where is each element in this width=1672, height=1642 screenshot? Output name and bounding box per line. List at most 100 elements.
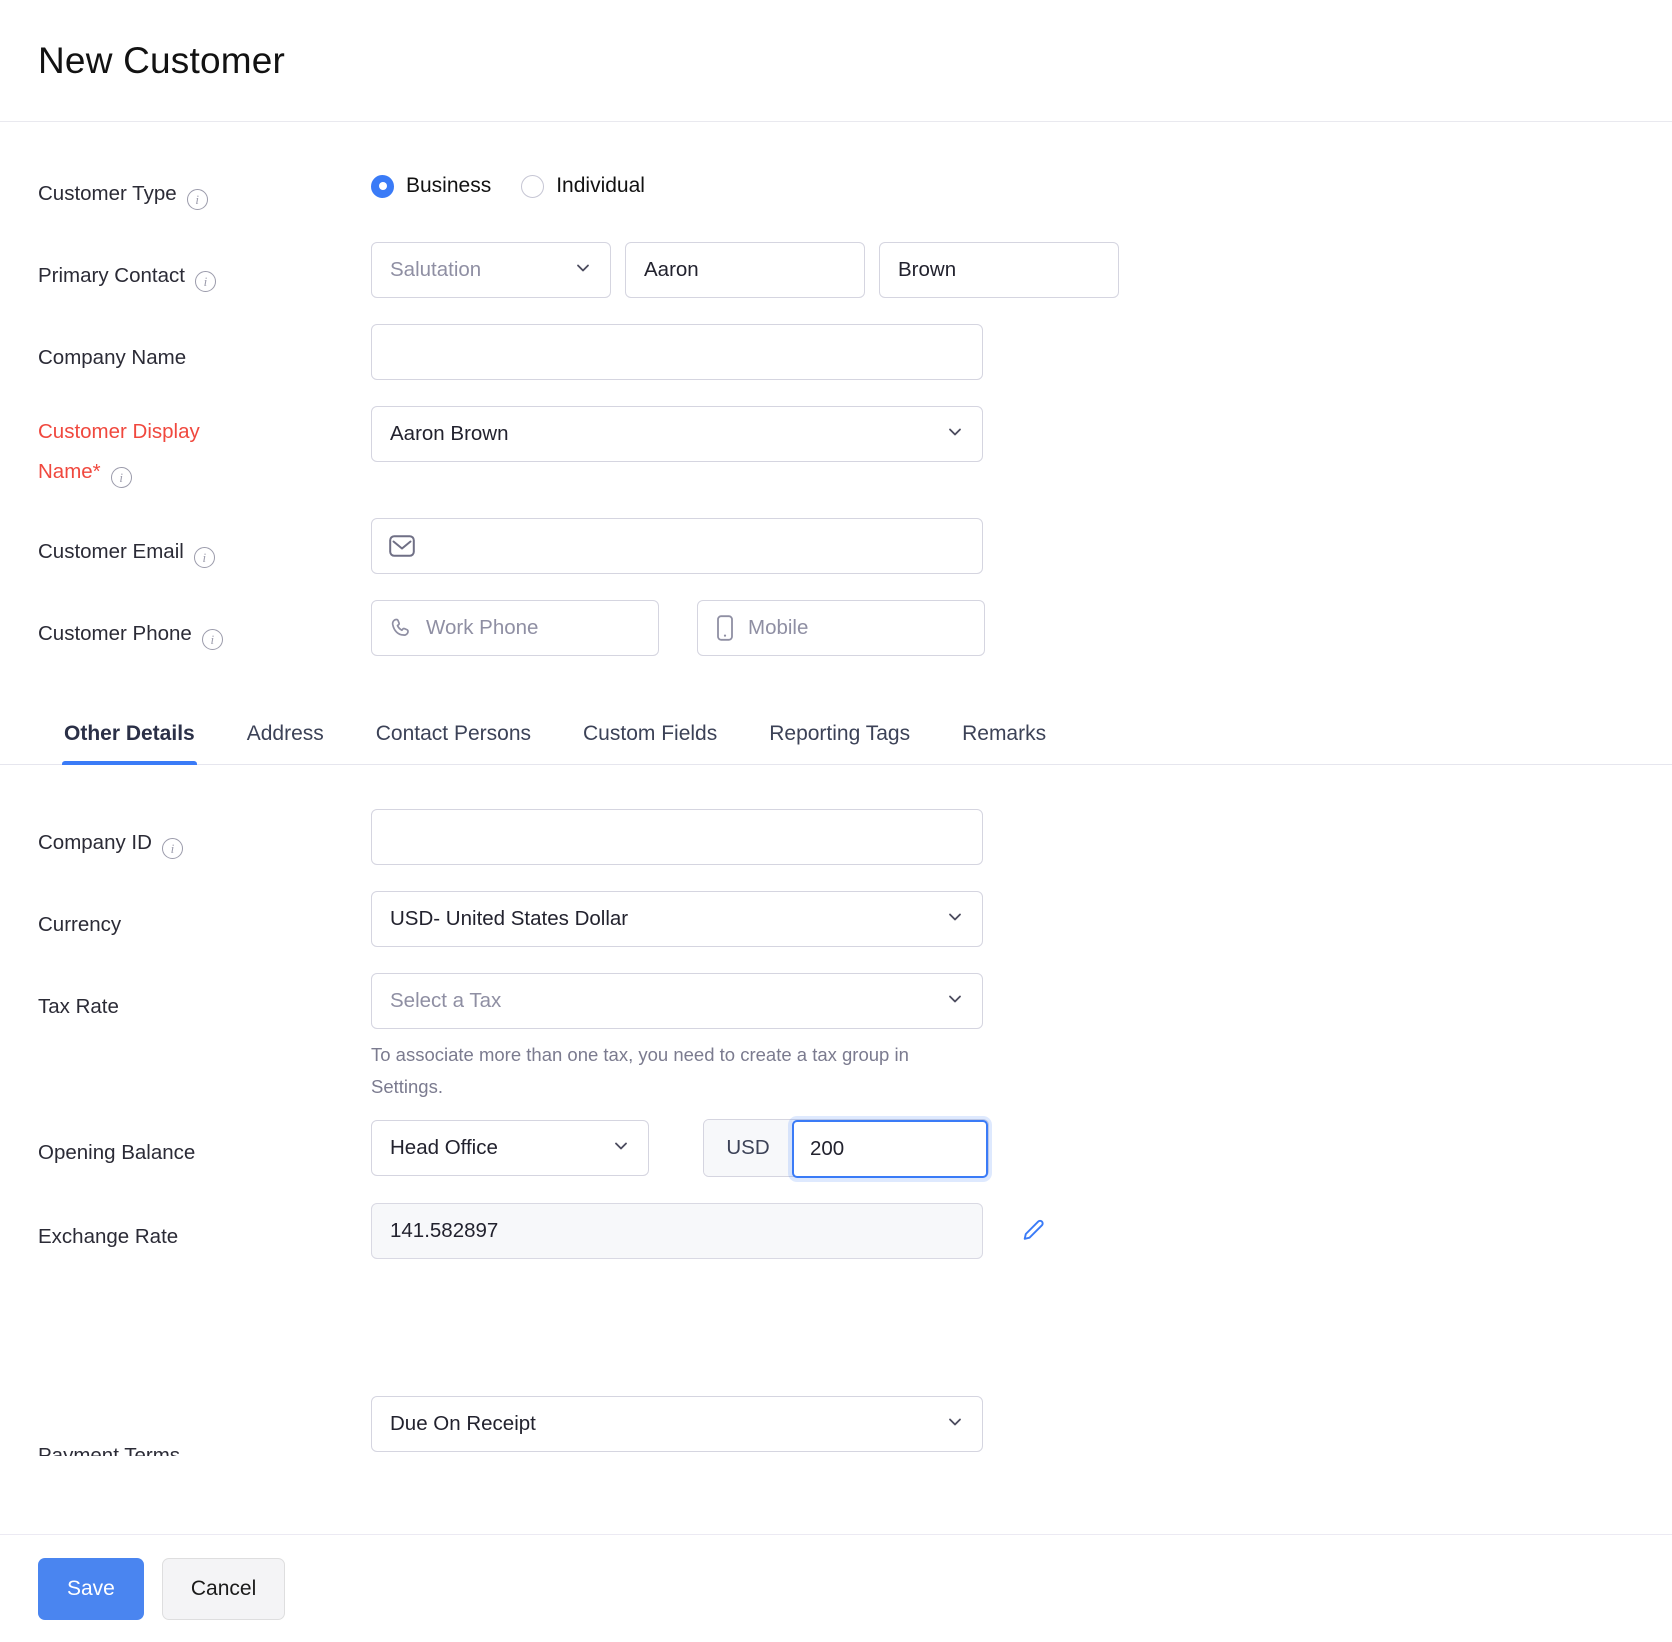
customer-form: Customer Type i Business Individual [0, 122, 1672, 656]
tab-contact-persons[interactable]: Contact Persons [350, 708, 557, 764]
radio-individual-label: Individual [556, 174, 645, 198]
field-company-id [371, 809, 983, 865]
label-exchange-rate: Exchange Rate [38, 1203, 371, 1257]
display-name-value: Aaron Brown [390, 422, 509, 446]
field-customer-phone: Work Phone Mobile [371, 600, 985, 656]
new-customer-page: New Customer Customer Type i Business In… [0, 0, 1672, 1642]
row-opening-balance: Opening Balance Head Office USD 200 [38, 1119, 1634, 1177]
salutation-select[interactable]: Salutation [371, 242, 611, 298]
work-phone-input[interactable]: Work Phone [371, 600, 659, 656]
first-name-input[interactable]: Aaron [625, 242, 865, 298]
payment-terms-label: Payment Terms [38, 1436, 180, 1456]
radio-dot-business-icon[interactable] [371, 175, 394, 198]
customer-phone-label: Customer Phone [38, 614, 192, 654]
tab-label: Remarks [962, 722, 1046, 745]
row-customer-type: Customer Type i Business Individual [38, 160, 1634, 216]
row-payment-terms: Payment Terms Due On Receipt [38, 1396, 1038, 1456]
field-currency: USD- United States Dollar [371, 891, 983, 947]
currency-label: Currency [38, 905, 121, 945]
field-company-name [371, 324, 983, 380]
mobile-phone-wrap: Mobile [697, 600, 985, 656]
opening-balance-amount-input[interactable]: 200 [792, 1120, 988, 1178]
customer-type-radio-group: Business Individual [371, 160, 645, 198]
row-primary-contact: Primary Contact i Salutation Aaron Brown [38, 242, 1634, 298]
primary-contact-label: Primary Contact [38, 256, 185, 296]
opening-balance-branch-select[interactable]: Head Office [371, 1120, 649, 1176]
radio-individual[interactable]: Individual [521, 174, 645, 198]
customer-email-input[interactable] [371, 518, 983, 574]
customer-email-label: Customer Email [38, 532, 184, 572]
field-customer-email [371, 518, 983, 574]
payment-terms-value: Due On Receipt [390, 1412, 536, 1436]
row-currency: Currency USD- United States Dollar [38, 891, 1634, 947]
label-customer-phone: Customer Phone i [38, 600, 371, 654]
row-tax-rate: Tax Rate Select a Tax To associate more … [38, 973, 1634, 1103]
row-display-name: Customer Display Name* i Aaron Brown [38, 406, 1634, 492]
opening-balance-label: Opening Balance [38, 1133, 195, 1173]
label-primary-contact: Primary Contact i [38, 242, 371, 296]
field-exchange-rate: 141.582897 [371, 1203, 1047, 1259]
company-id-label: Company ID [38, 823, 152, 863]
page-header: New Customer [0, 0, 1672, 122]
row-company-name: Company Name [38, 324, 1634, 380]
tab-other-details[interactable]: Other Details [38, 708, 221, 764]
tab-label: Address [247, 722, 324, 745]
display-name-select[interactable]: Aaron Brown [371, 406, 983, 462]
info-icon[interactable]: i [195, 271, 216, 292]
exchange-rate-label: Exchange Rate [38, 1217, 178, 1257]
tab-label: Reporting Tags [769, 722, 910, 745]
tab-reporting-tags[interactable]: Reporting Tags [743, 708, 936, 764]
radio-dot-individual-icon[interactable] [521, 175, 544, 198]
row-company-id: Company ID i [38, 809, 1634, 865]
tax-rate-help-text: To associate more than one tax, you need… [371, 1039, 983, 1103]
work-phone-wrap: Work Phone [371, 600, 659, 656]
info-icon[interactable]: i [202, 629, 223, 650]
row-customer-phone: Customer Phone i Work Phone [38, 600, 1634, 656]
mobile-phone-input[interactable]: Mobile [697, 600, 985, 656]
tab-label: Other Details [64, 722, 195, 745]
info-icon[interactable]: i [187, 189, 208, 210]
field-display-name: Aaron Brown [371, 406, 983, 462]
other-details-panel: Company ID i Currency USD- United States… [0, 765, 1672, 1259]
currency-select[interactable]: USD- United States Dollar [371, 891, 983, 947]
field-primary-contact: Salutation Aaron Brown [371, 242, 1119, 298]
exchange-rate-input[interactable]: 141.582897 [371, 1203, 983, 1259]
cancel-button[interactable]: Cancel [162, 1558, 285, 1620]
currency-value: USD- United States Dollar [390, 907, 628, 931]
company-id-input[interactable] [371, 809, 983, 865]
label-customer-email: Customer Email i [38, 518, 371, 572]
label-currency: Currency [38, 891, 371, 945]
customer-type-label: Customer Type [38, 174, 177, 214]
label-opening-balance: Opening Balance [38, 1119, 371, 1173]
opening-balance-amount-group: USD 200 [703, 1119, 989, 1177]
info-icon[interactable]: i [162, 838, 183, 859]
tab-label: Contact Persons [376, 722, 531, 745]
radio-business[interactable]: Business [371, 174, 491, 198]
company-name-input[interactable] [371, 324, 983, 380]
tab-custom-fields[interactable]: Custom Fields [557, 708, 743, 764]
tab-label: Custom Fields [583, 722, 717, 745]
field-tax-rate: Select a Tax To associate more than one … [371, 973, 983, 1103]
payment-terms-select[interactable]: Due On Receipt [371, 1396, 983, 1452]
label-tax-rate: Tax Rate [38, 973, 371, 1027]
info-icon[interactable]: i [111, 467, 132, 488]
last-name-input[interactable]: Brown [879, 242, 1119, 298]
company-name-label: Company Name [38, 338, 186, 378]
tab-remarks[interactable]: Remarks [936, 708, 1072, 764]
field-payment-terms: Due On Receipt [371, 1396, 983, 1452]
display-name-label-line1: Customer Display [38, 412, 200, 452]
label-display-name: Customer Display Name* i [38, 406, 371, 492]
tax-rate-select[interactable]: Select a Tax [371, 973, 983, 1029]
pencil-icon[interactable] [1019, 1217, 1047, 1245]
info-icon[interactable]: i [194, 547, 215, 568]
save-button[interactable]: Save [38, 1558, 144, 1620]
field-opening-balance: Head Office USD 200 [371, 1119, 989, 1177]
label-company-id: Company ID i [38, 809, 371, 863]
label-company-name: Company Name [38, 324, 371, 378]
display-name-label-line2: Name* [38, 452, 101, 492]
opening-balance-currency-code: USD [704, 1120, 792, 1176]
tax-rate-value: Select a Tax [390, 989, 501, 1013]
tab-address[interactable]: Address [221, 708, 350, 764]
field-customer-type: Business Individual [371, 160, 645, 198]
form-footer: Save Cancel [0, 1534, 1672, 1642]
